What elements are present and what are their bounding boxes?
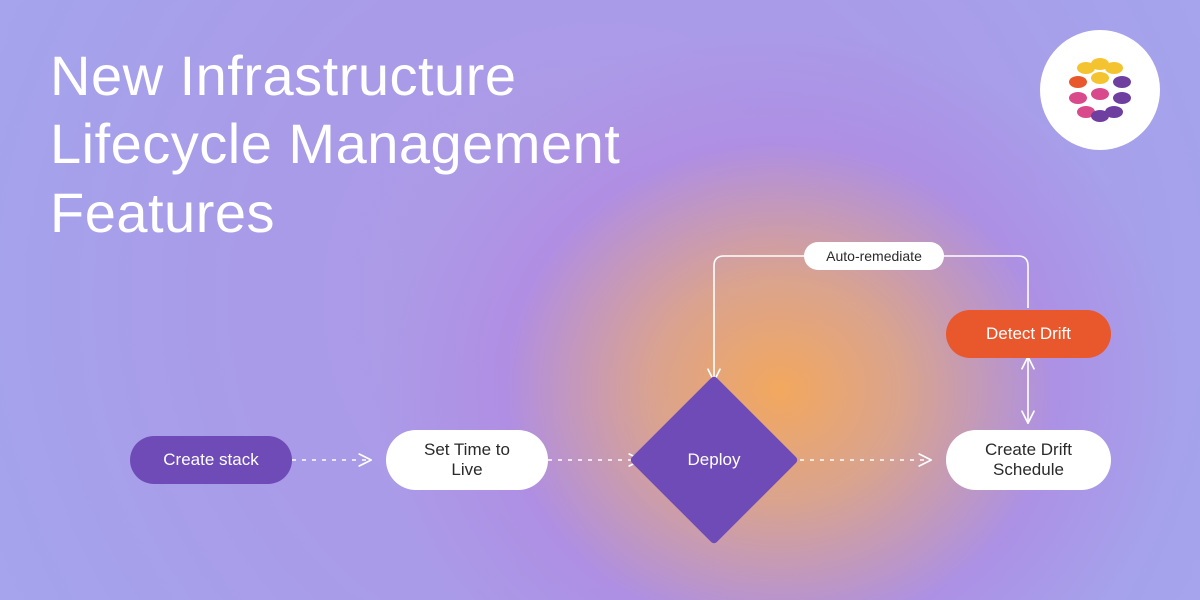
node-create-drift-schedule-label: Create Drift Schedule (968, 440, 1089, 481)
node-set-ttl: Set Time to Live (386, 430, 548, 490)
node-create-drift-schedule: Create Drift Schedule (946, 430, 1111, 490)
node-detect-drift: Detect Drift (946, 310, 1111, 358)
label-auto-remediate-text: Auto-remediate (826, 248, 922, 265)
node-deploy-label: Deploy (688, 450, 741, 470)
node-create-stack: Create stack (130, 436, 292, 484)
title-line2-bold: Lifecycle Management (50, 112, 620, 175)
title-line1-bold: Infrastructure (180, 44, 517, 107)
logo-badge (1040, 30, 1160, 150)
diagram-canvas: New Infrastructure Lifecycle Management … (0, 0, 1200, 600)
node-deploy: Deploy (654, 400, 774, 520)
pulumi-logo-icon (1060, 50, 1140, 130)
title-line3: Features (50, 181, 275, 244)
node-detect-drift-label: Detect Drift (986, 324, 1071, 344)
label-auto-remediate: Auto-remediate (804, 242, 944, 270)
title-line1-pre: New (50, 44, 180, 107)
page-title: New Infrastructure Lifecycle Management … (50, 42, 620, 247)
node-set-ttl-label: Set Time to Live (408, 440, 526, 481)
node-create-stack-label: Create stack (163, 450, 258, 470)
